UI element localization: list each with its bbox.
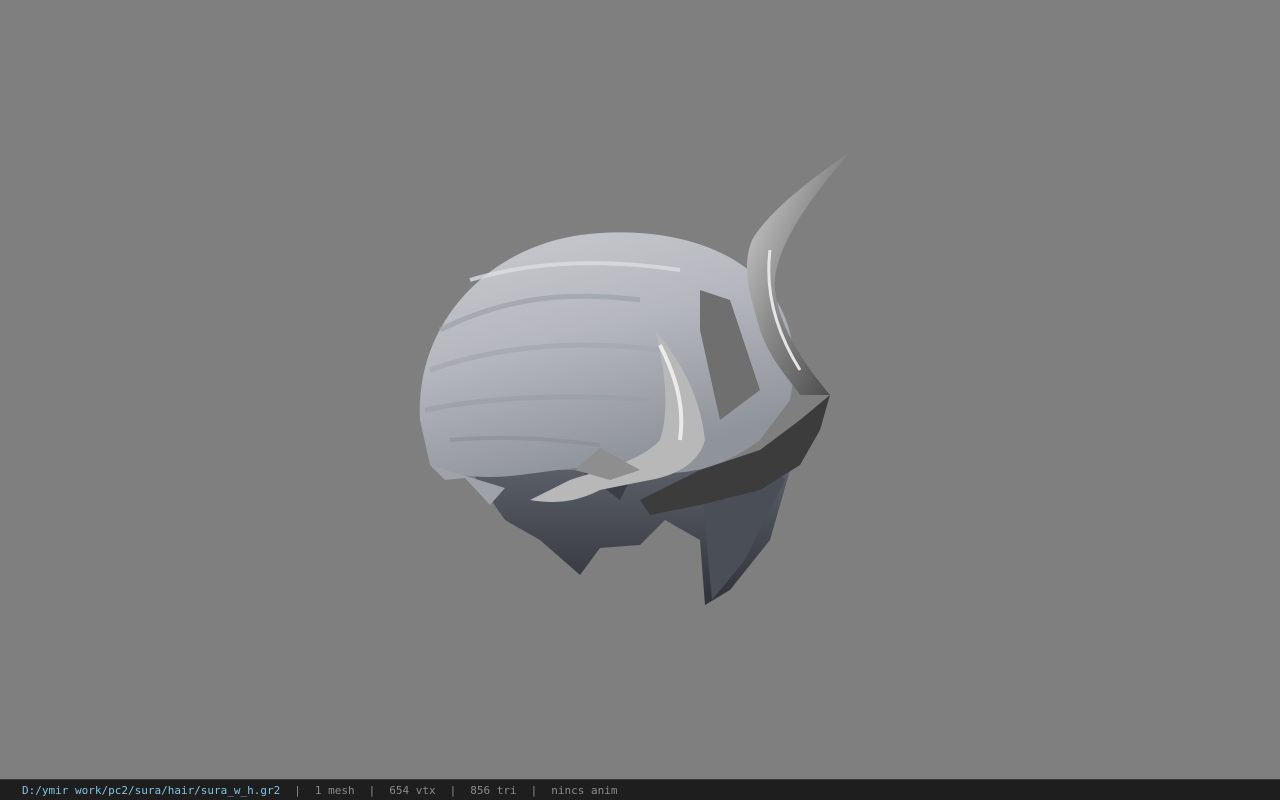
file-path: D:/ymir work/pc2/sura/hair/sura_w_h.gr2 <box>22 783 281 797</box>
separator: | <box>294 783 301 797</box>
animation-status: nincs anim <box>551 783 618 797</box>
model-viewport[interactable] <box>0 0 1280 779</box>
hair-helmet-model <box>419 152 850 605</box>
vertex-count: 654 vtx <box>389 783 436 797</box>
separator: | <box>530 783 538 797</box>
triangle-count: 856 tri <box>470 783 517 797</box>
status-bar: D:/ymir work/pc2/sura/hair/sura_w_h.gr2 … <box>0 779 1280 800</box>
separator: | <box>449 783 457 797</box>
mesh-count: 1 mesh <box>314 783 355 797</box>
separator: | <box>368 783 376 797</box>
